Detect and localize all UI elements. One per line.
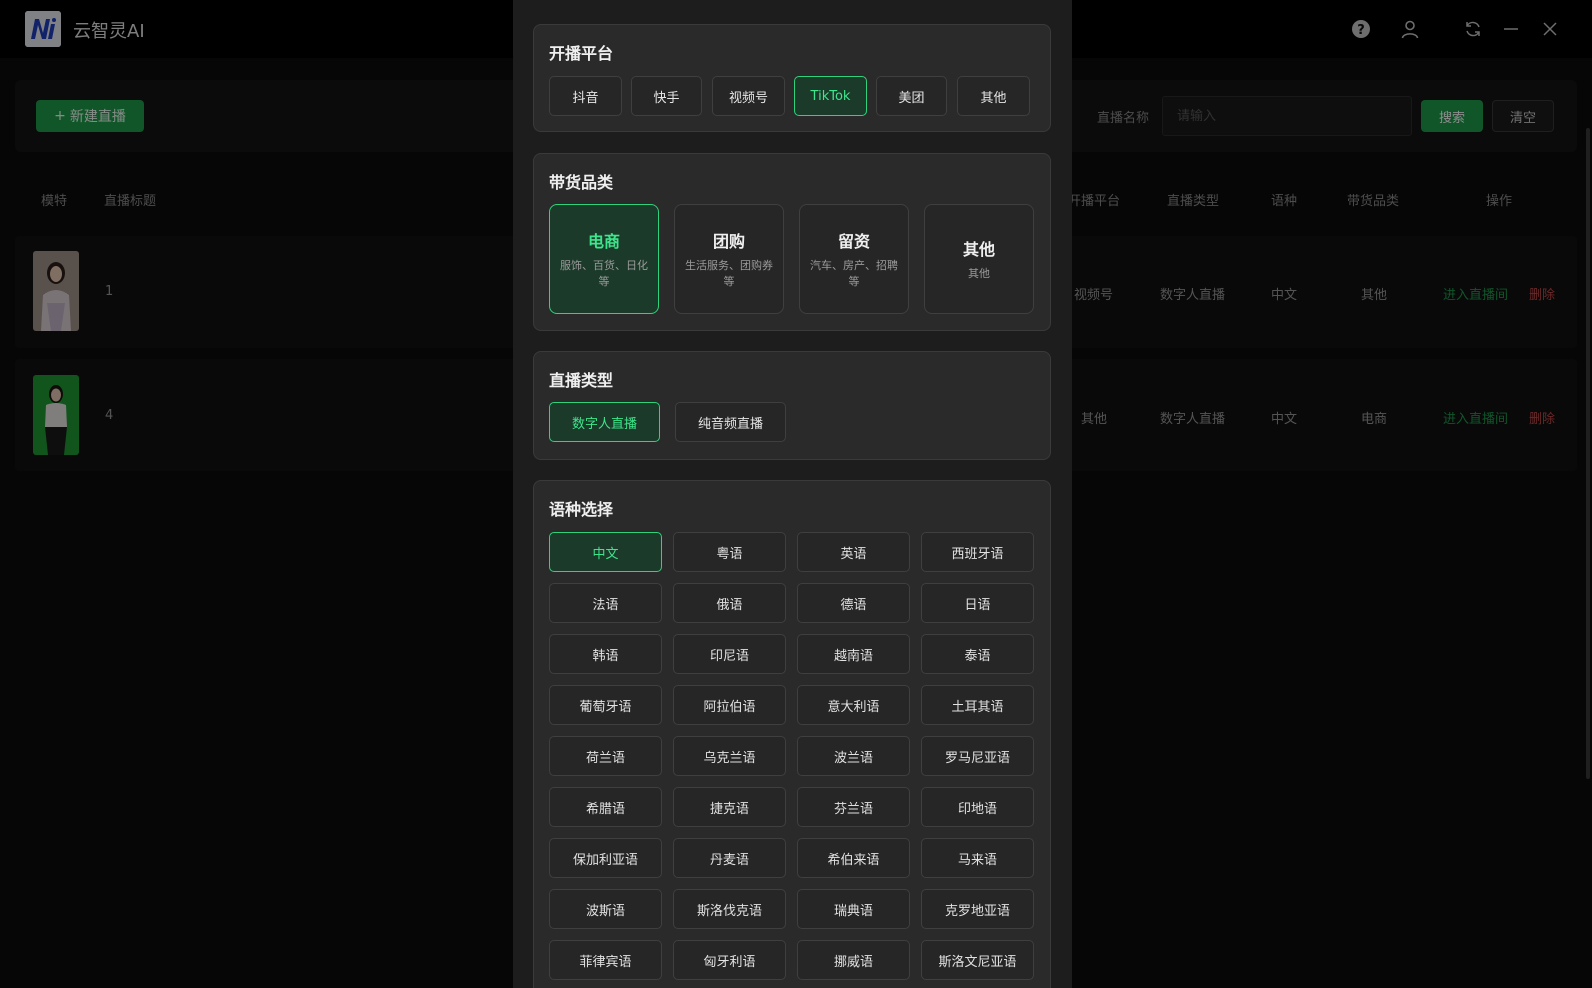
language-option-30[interactable]: 斯洛伐克语 bbox=[673, 889, 786, 929]
language-option-1[interactable]: 中文 bbox=[549, 532, 662, 572]
language-option-3[interactable]: 英语 bbox=[797, 532, 910, 572]
live-type-section: 直播类型 数字人直播 纯音频直播 bbox=[533, 351, 1051, 460]
language-option-8[interactable]: 日语 bbox=[921, 583, 1034, 623]
language-option-35[interactable]: 挪威语 bbox=[797, 940, 910, 980]
language-option-12[interactable]: 泰语 bbox=[921, 634, 1034, 674]
category-section-title: 带货品类 bbox=[549, 173, 614, 192]
platform-section-title: 开播平台 bbox=[549, 44, 614, 63]
language-option-33[interactable]: 菲律宾语 bbox=[549, 940, 662, 980]
platform-option-1[interactable]: 抖音 bbox=[549, 76, 622, 116]
category-card-2[interactable]: 团购生活服务、团购券等 bbox=[674, 204, 784, 314]
language-option-2[interactable]: 粤语 bbox=[673, 532, 786, 572]
platform-option-5[interactable]: 美团 bbox=[876, 76, 947, 116]
language-option-23[interactable]: 芬兰语 bbox=[797, 787, 910, 827]
language-option-21[interactable]: 希腊语 bbox=[549, 787, 662, 827]
language-option-6[interactable]: 俄语 bbox=[673, 583, 786, 623]
category-card-title: 其他 bbox=[962, 240, 995, 259]
language-option-9[interactable]: 韩语 bbox=[549, 634, 662, 674]
create-live-dialog: 开播平台 抖音 快手 视频号 TikTok 美团 其他 带货品类 电商 服饰、百货、日化等团… bbox=[513, 0, 1072, 988]
language-option-7[interactable]: 德语 bbox=[797, 583, 910, 623]
category-card-4[interactable]: 其他 其他 bbox=[924, 204, 1034, 314]
platform-option-2[interactable]: 快手 bbox=[631, 76, 702, 116]
live-type-option-2[interactable]: 纯音频直播 bbox=[675, 402, 786, 442]
language-option-24[interactable]: 印地语 bbox=[921, 787, 1034, 827]
language-option-18[interactable]: 乌克兰语 bbox=[673, 736, 786, 776]
language-option-19[interactable]: 波兰语 bbox=[797, 736, 910, 776]
language-option-13[interactable]: 葡萄牙语 bbox=[549, 685, 662, 725]
language-option-10[interactable]: 印尼语 bbox=[673, 634, 786, 674]
language-option-11[interactable]: 越南语 bbox=[797, 634, 910, 674]
platform-section: 开播平台 抖音 快手 视频号 TikTok 美团 其他 bbox=[533, 24, 1051, 132]
language-section: 语种选择 中文 粤语 英语 西班牙语法语 俄语 德语 日语韩语 印尼语 越南语 泰语葡萄牙语 阿拉伯… bbox=[533, 480, 1051, 988]
language-option-4[interactable]: 西班牙语 bbox=[921, 532, 1034, 572]
language-option-36[interactable]: 斯洛文尼亚语 bbox=[921, 940, 1034, 980]
category-card-title: 团购 bbox=[712, 232, 745, 251]
language-option-28[interactable]: 马来语 bbox=[921, 838, 1034, 878]
platform-option-3[interactable]: 视频号 bbox=[712, 76, 785, 116]
app-window: 云智灵AI ? + 新建直播 直播名称 搜索 清空 模特 直播标题 开播平台 直… bbox=[0, 0, 1592, 988]
category-card-title: 留资 bbox=[837, 232, 870, 251]
language-option-34[interactable]: 匈牙利语 bbox=[673, 940, 786, 980]
category-card-1[interactable]: 电商服饰、百货、日化等 bbox=[549, 204, 659, 314]
language-section-title: 语种选择 bbox=[549, 500, 614, 519]
language-option-5[interactable]: 法语 bbox=[549, 583, 662, 623]
category-card-title: 电商 bbox=[587, 232, 620, 251]
language-option-26[interactable]: 丹麦语 bbox=[673, 838, 786, 878]
language-option-16[interactable]: 土耳其语 bbox=[921, 685, 1034, 725]
language-option-31[interactable]: 瑞典语 bbox=[797, 889, 910, 929]
language-option-29[interactable]: 波斯语 bbox=[549, 889, 662, 929]
category-card-desc: 汽车、房产、招聘等 bbox=[810, 259, 898, 288]
category-card-desc: 生活服务、团购券等 bbox=[685, 259, 773, 288]
platform-option-4[interactable]: TikTok bbox=[794, 76, 867, 116]
category-section: 带货品类 电商 服饰、百货、日化等 团购 生活服务、团购券等 留资 汽车、房产、招聘等 其他… bbox=[533, 153, 1051, 331]
live-type-option-1[interactable]: 数字人直播 bbox=[549, 402, 660, 442]
language-option-20[interactable]: 罗马尼亚语 bbox=[921, 736, 1034, 776]
language-option-22[interactable]: 捷克语 bbox=[673, 787, 786, 827]
language-option-32[interactable]: 克罗地亚语 bbox=[921, 889, 1034, 929]
category-card-3[interactable]: 留资汽车、房产、招聘等 bbox=[799, 204, 909, 314]
category-card-desc: 其他 bbox=[968, 267, 990, 280]
category-card-desc: 服饰、百货、日化等 bbox=[560, 259, 648, 288]
language-option-14[interactable]: 阿拉伯语 bbox=[673, 685, 786, 725]
language-option-15[interactable]: 意大利语 bbox=[797, 685, 910, 725]
live-type-section-title: 直播类型 bbox=[549, 371, 614, 390]
language-option-27[interactable]: 希伯来语 bbox=[797, 838, 910, 878]
language-option-17[interactable]: 荷兰语 bbox=[549, 736, 662, 776]
language-option-25[interactable]: 保加利亚语 bbox=[549, 838, 662, 878]
platform-option-6[interactable]: 其他 bbox=[957, 76, 1030, 116]
